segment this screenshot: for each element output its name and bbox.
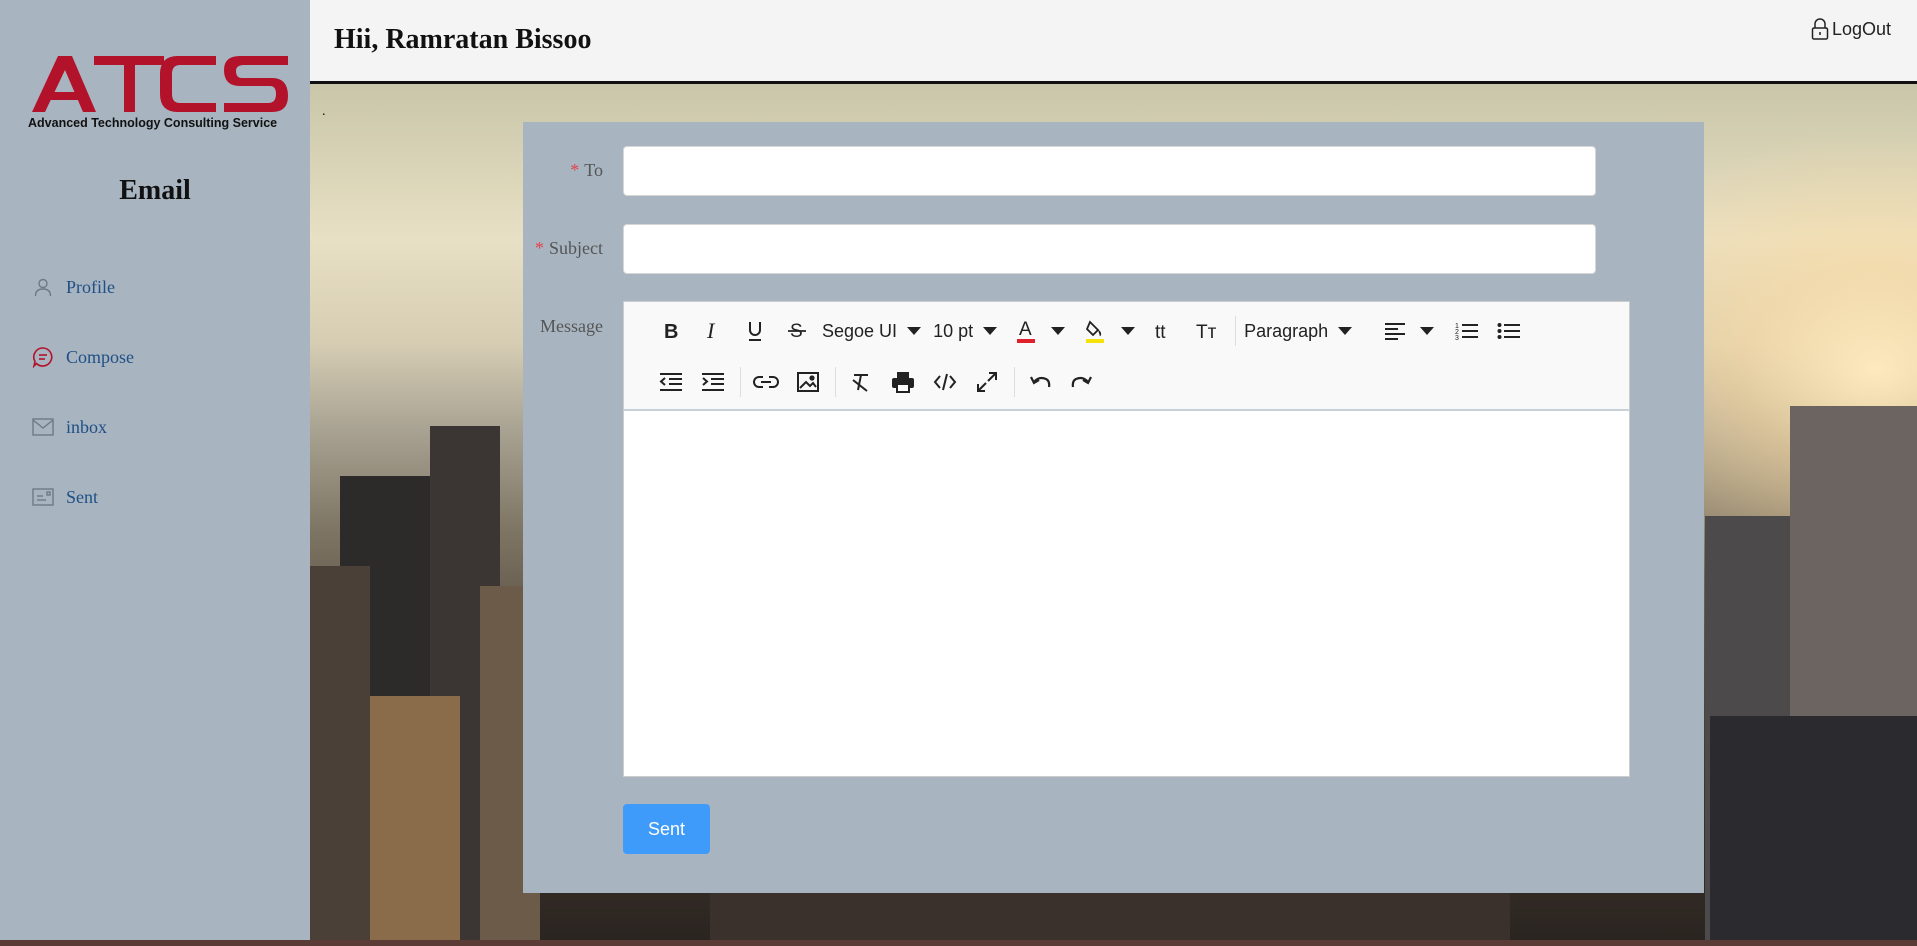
top-header: Hii, Ramratan Bissoo LogOut bbox=[310, 0, 1917, 84]
chevron-down-icon bbox=[983, 327, 998, 335]
user-icon bbox=[32, 276, 54, 298]
sidebar-item-label: Profile bbox=[66, 276, 115, 297]
chevron-down-icon bbox=[907, 327, 922, 335]
sidebar-item-label: Sent bbox=[66, 486, 99, 507]
to-label: * To bbox=[570, 160, 603, 180]
bold-icon[interactable]: B bbox=[654, 314, 688, 348]
to-input[interactable] bbox=[623, 146, 1596, 196]
svg-text:3: 3 bbox=[1455, 335, 1459, 341]
uppercase-icon[interactable]: Tт bbox=[1191, 314, 1225, 348]
indent-icon[interactable] bbox=[696, 365, 730, 399]
link-icon[interactable] bbox=[749, 365, 783, 399]
lowercase-icon[interactable]: tt bbox=[1149, 314, 1183, 348]
chat-bubble-icon bbox=[32, 346, 54, 368]
unordered-list-icon[interactable] bbox=[1492, 314, 1526, 348]
undo-icon[interactable] bbox=[1023, 365, 1057, 399]
print-icon[interactable] bbox=[886, 365, 920, 399]
image-icon[interactable] bbox=[791, 365, 825, 399]
sidebar-item-inbox[interactable]: inbox bbox=[32, 392, 134, 462]
font-size-select[interactable]: 10 pt bbox=[933, 321, 998, 342]
sidebar-title: Email bbox=[119, 175, 191, 206]
required-marker: * bbox=[535, 238, 544, 258]
source-code-icon[interactable] bbox=[928, 365, 962, 399]
svg-text:tt: tt bbox=[1155, 322, 1166, 341]
highlight-icon[interactable] bbox=[1079, 314, 1113, 348]
svg-text:Tт: Tт bbox=[1196, 322, 1217, 341]
chevron-down-icon[interactable] bbox=[1051, 327, 1066, 335]
redo-icon[interactable] bbox=[1065, 365, 1099, 399]
lock-icon bbox=[1811, 18, 1829, 40]
ordered-list-icon[interactable]: 123 bbox=[1450, 314, 1484, 348]
font-color-icon[interactable]: A bbox=[1009, 314, 1043, 348]
logo-tagline: Advanced Technology Consulting Service bbox=[28, 116, 277, 130]
bottom-strip bbox=[0, 940, 1917, 946]
sidebar-item-label: inbox bbox=[66, 416, 108, 437]
required-marker: * bbox=[570, 160, 580, 180]
sent-card-icon bbox=[32, 486, 54, 508]
stray-dot: . bbox=[322, 104, 326, 119]
atcs-logo[interactable]: Advanced Technology Consulting Service bbox=[28, 52, 292, 136]
greeting-text: Hii, Ramratan Bissoo bbox=[334, 24, 592, 55]
message-label: Message bbox=[540, 316, 603, 336]
compose-form: * To * Subject Message B I S Segoe UI 10 p… bbox=[523, 122, 1704, 893]
svg-text:I: I bbox=[706, 321, 716, 341]
svg-text:B: B bbox=[664, 321, 678, 341]
rich-text-editor: B I S Segoe UI 10 pt A tt Tт Paragraph 1… bbox=[623, 301, 1630, 777]
strikethrough-icon[interactable]: S bbox=[780, 314, 814, 348]
sidebar: Advanced Technology Consulting Service E… bbox=[0, 0, 310, 946]
editor-toolbar: B I S Segoe UI 10 pt A tt Tт Paragraph 1… bbox=[624, 302, 1629, 411]
sidebar-item-profile[interactable]: Profile bbox=[32, 252, 134, 322]
chevron-down-icon[interactable] bbox=[1121, 327, 1136, 335]
block-format-select[interactable]: Paragraph bbox=[1244, 321, 1353, 342]
outdent-icon[interactable] bbox=[654, 365, 688, 399]
send-button[interactable]: Sent bbox=[623, 804, 710, 854]
sidebar-item-label: Compose bbox=[66, 346, 135, 367]
mail-icon bbox=[32, 416, 54, 438]
align-left-icon[interactable] bbox=[1378, 314, 1412, 348]
font-family-select[interactable]: Segoe UI bbox=[822, 321, 922, 342]
logout-label: LogOut bbox=[1831, 18, 1891, 39]
clear-format-icon[interactable] bbox=[844, 365, 878, 399]
message-body-input[interactable] bbox=[624, 411, 1629, 776]
fullscreen-icon[interactable] bbox=[970, 365, 1004, 399]
sidebar-item-compose[interactable]: Compose bbox=[32, 322, 134, 392]
subject-input[interactable] bbox=[623, 224, 1596, 274]
chevron-down-icon[interactable] bbox=[1420, 327, 1435, 335]
chevron-down-icon bbox=[1338, 327, 1353, 335]
svg-text:A: A bbox=[1019, 319, 1032, 340]
italic-icon[interactable]: I bbox=[696, 314, 730, 348]
underline-icon[interactable] bbox=[738, 314, 772, 348]
sidebar-item-sent[interactable]: Sent bbox=[32, 462, 134, 532]
subject-label: * Subject bbox=[535, 238, 603, 258]
sidebar-nav: Profile Compose inbox Sent bbox=[32, 252, 134, 532]
logout-button[interactable]: LogOut bbox=[1811, 18, 1891, 40]
